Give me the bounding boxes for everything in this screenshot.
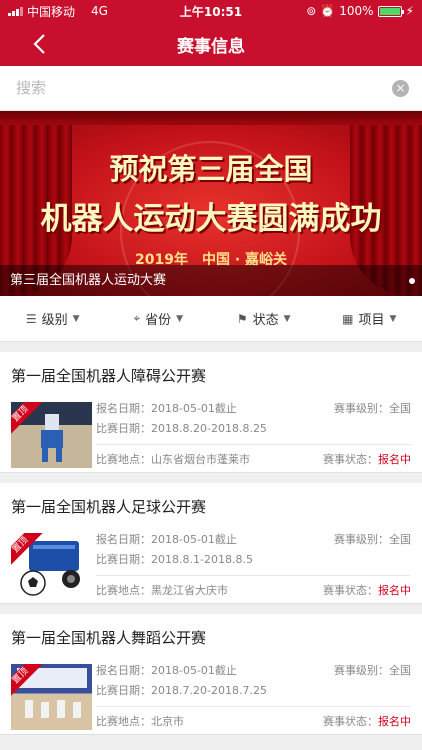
carrier-label: 中国移动 <box>27 4 76 19</box>
battery-icon <box>377 5 404 17</box>
alarm-icon: ⏰ <box>320 4 336 18</box>
signal-icon <box>8 6 23 16</box>
match-date: 比赛日期：2018.7.20-2018.7.25 <box>96 684 267 697</box>
event-thumbnail: 置顶 <box>11 533 92 599</box>
battery-percent: 100% <box>339 4 374 18</box>
event-title: 第一届全国机器人舞蹈公开赛 <box>11 629 207 647</box>
caret-down-icon: ▼ <box>283 313 291 324</box>
carousel-indicator[interactable] <box>409 278 415 284</box>
charging-icon: ⚡ <box>405 4 414 18</box>
caret-down-icon: ▼ <box>72 313 80 324</box>
filter-status[interactable]: ⚑ 状态 ▼ <box>211 309 317 329</box>
page-title: 赛事信息 <box>177 36 245 57</box>
filter-label: 项目 <box>358 313 385 328</box>
event-card[interactable]: 第一届全国机器人障碍公开赛 置顶 报名日期：2018-05-01截止 赛事级别：全… <box>0 352 422 473</box>
banner-headline-1: 预祝第三届全国 <box>109 152 313 186</box>
banner-carousel[interactable]: 预祝第三届全国 机器人运动大赛圆满成功 2019年 中国 · 嘉峪关 第三届全国… <box>0 111 422 296</box>
banner-caption: 第三届全国机器人运动大赛 <box>0 265 422 296</box>
status-label: 赛事状态： <box>323 584 378 597</box>
status-badge: 报名中 <box>378 715 411 728</box>
event-location: 比赛地点：黑龙江省大庆市 <box>96 584 228 597</box>
filter-label: 省份 <box>145 313 172 328</box>
lock-rotation-icon: ⊚ <box>306 4 317 18</box>
match-date: 比赛日期：2018.8.20-2018.8.25 <box>96 422 267 435</box>
status-label: 赛事状态： <box>323 715 378 728</box>
filter-category[interactable]: ▦ 项目 ▼ <box>317 309 422 329</box>
list-icon: ☰ <box>25 311 37 326</box>
status-bar: 中国移动 4G 上午10:51 ⊚ ⏰ 100% ⚡ <box>0 0 422 22</box>
location-icon: ⌖ <box>133 311 141 325</box>
match-date: 比赛日期：2018.8.1-2018.8.5 <box>96 553 253 566</box>
banner-headline-2: 机器人运动大赛圆满成功 <box>40 201 382 237</box>
filter-bar: ☰ 级别 ▼ ⌖ 省份 ▼ ⚑ 状态 ▼ ▦ 项目 ▼ <box>0 296 422 342</box>
filter-level[interactable]: ☰ 级别 ▼ <box>0 309 106 329</box>
status-badge: 报名中 <box>378 584 411 597</box>
event-level: 赛事级别：全国 <box>334 533 411 546</box>
network-label: 4G <box>91 4 108 18</box>
caret-down-icon: ▼ <box>176 313 184 324</box>
grid-icon: ▦ <box>342 311 354 326</box>
event-title: 第一届全国机器人足球公开赛 <box>11 498 207 516</box>
status-badge: 报名中 <box>378 453 411 466</box>
event-thumbnail: 置顶 <box>11 664 92 730</box>
clear-icon[interactable]: × <box>392 79 409 97</box>
event-card[interactable]: 第一届全国机器人足球公开赛 置顶 报名日期：2018-05-01截止 赛事级别：全… <box>0 483 422 604</box>
registration-date: 报名日期：2018-05-01截止 <box>96 664 237 677</box>
navigation-bar: 赛事信息 <box>0 22 422 66</box>
curtain-valance <box>0 111 422 125</box>
filter-label: 状态 <box>252 313 279 328</box>
filter-province[interactable]: ⌖ 省份 ▼ <box>106 309 212 328</box>
event-level: 赛事级别：全国 <box>334 664 411 677</box>
caret-down-icon: ▼ <box>389 313 397 324</box>
event-level: 赛事级别：全国 <box>334 402 411 415</box>
registration-date: 报名日期：2018-05-01截止 <box>96 533 237 546</box>
event-card[interactable]: 第一届全国机器人舞蹈公开赛 置顶 报名日期：2018-05-01截止 赛事级别：全… <box>0 614 422 735</box>
flag-icon: ⚑ <box>236 311 248 326</box>
event-location: 比赛地点：北京市 <box>96 715 184 728</box>
search-input[interactable] <box>16 79 392 97</box>
registration-date: 报名日期：2018-05-01截止 <box>96 402 237 415</box>
search-bar: × <box>0 66 422 111</box>
event-title: 第一届全国机器人障碍公开赛 <box>11 367 207 385</box>
status-label: 赛事状态： <box>323 453 378 466</box>
back-arrow-icon[interactable] <box>30 32 50 56</box>
event-location: 比赛地点：山东省烟台市蓬莱市 <box>96 453 250 466</box>
top-bar: 中国移动 4G 上午10:51 ⊚ ⏰ 100% ⚡ 赛事信息 <box>0 0 422 66</box>
filter-label: 级别 <box>41 313 68 328</box>
event-thumbnail: 置顶 <box>11 402 92 468</box>
